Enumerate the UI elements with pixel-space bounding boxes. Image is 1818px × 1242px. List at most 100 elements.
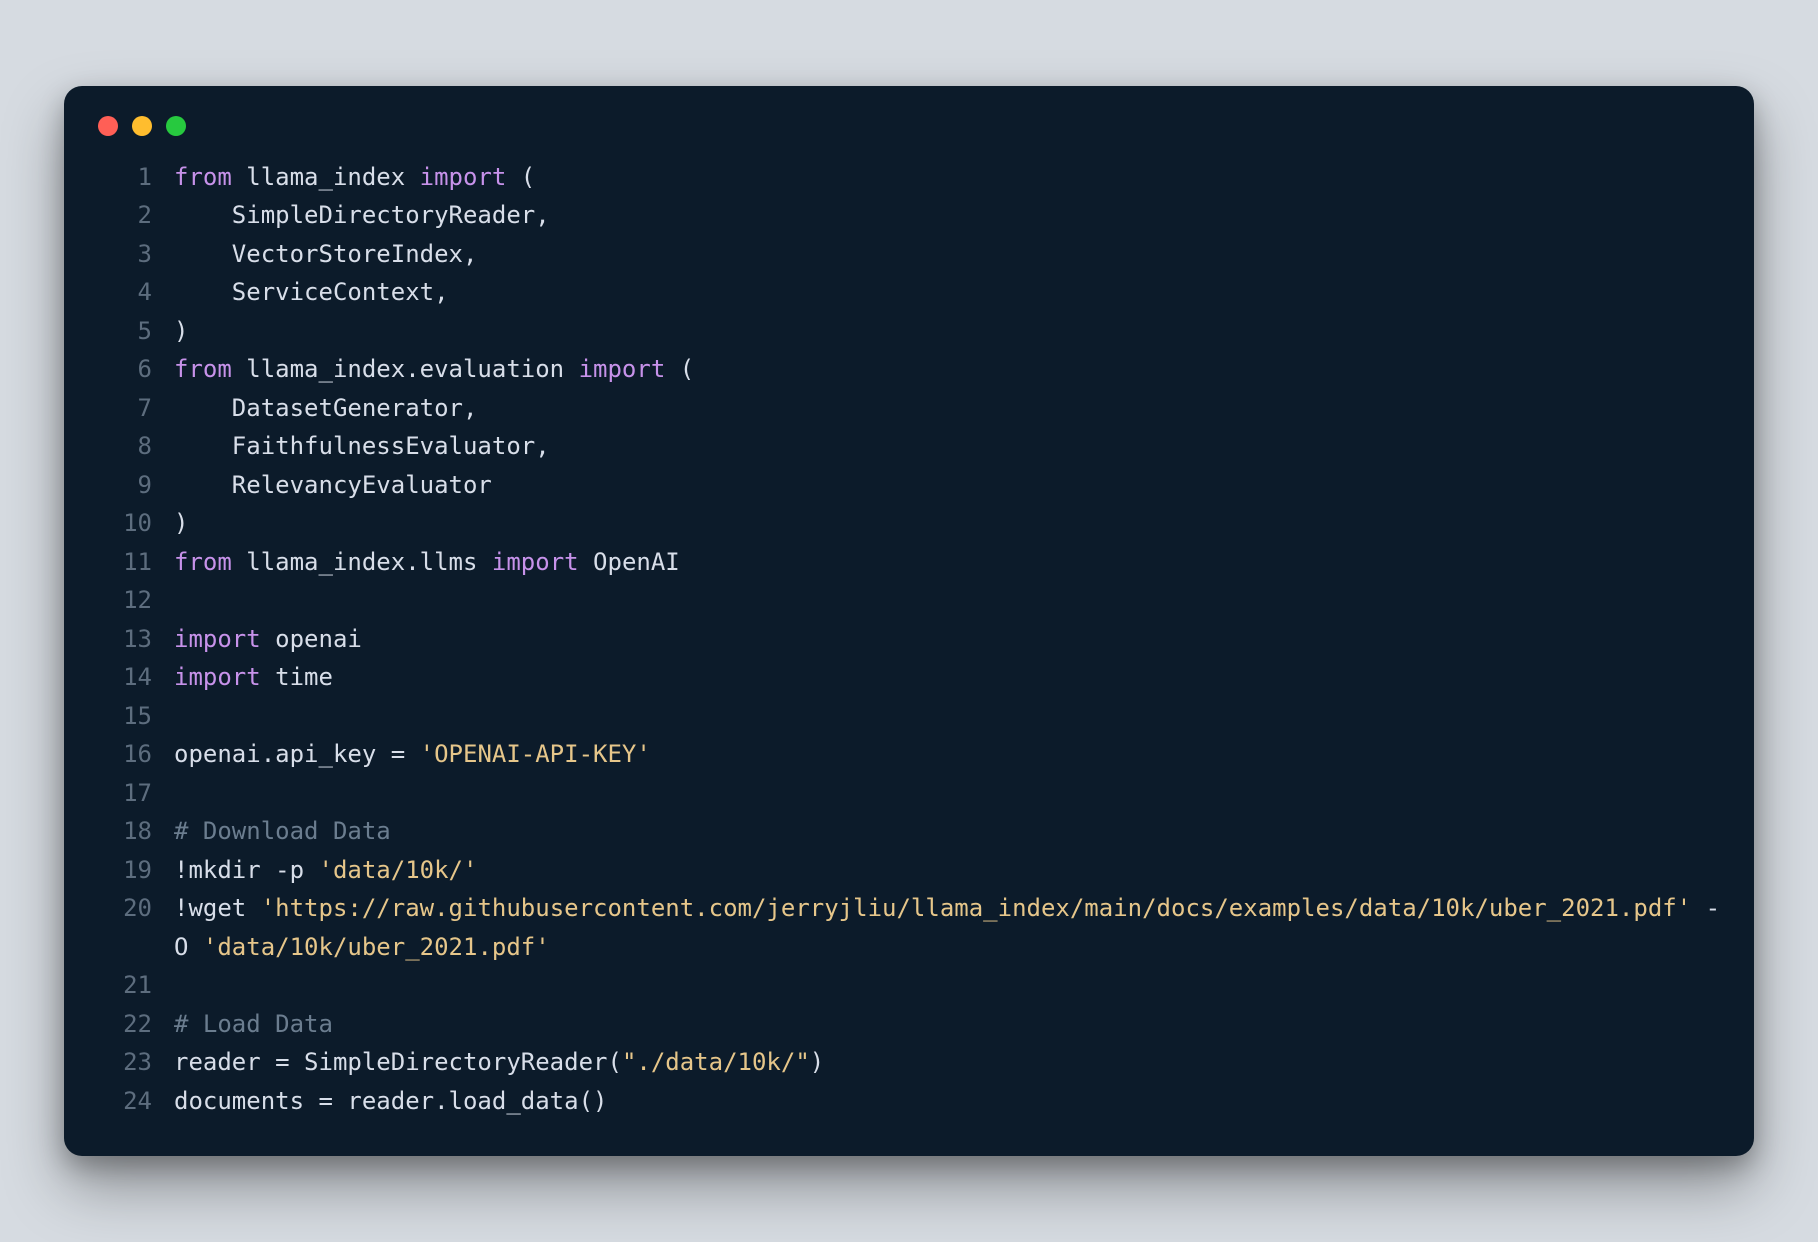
line-source: !wget 'https://raw.githubusercontent.com… (174, 889, 1724, 966)
token-str: 'data/10k/' (319, 856, 478, 884)
token-plain: !mkdir -p (174, 856, 319, 884)
token-plain: ) (810, 1048, 824, 1076)
line-source: from llama_index.evaluation import ( (174, 350, 1724, 389)
line-source: from llama_index import ( (174, 158, 1724, 197)
line-number: 1 (94, 158, 174, 197)
code-line: 11from llama_index.llms import OpenAI (94, 543, 1724, 582)
line-source: DatasetGenerator, (174, 389, 1724, 428)
line-number: 12 (94, 581, 174, 620)
token-str: 'data/10k/uber_2021.pdf' (203, 933, 550, 961)
line-number: 8 (94, 427, 174, 466)
token-kw: import (579, 355, 666, 383)
code-line: 12 (94, 581, 1724, 620)
token-plain: DatasetGenerator, (174, 394, 477, 422)
token-kw: import (174, 663, 261, 691)
line-number: 19 (94, 851, 174, 890)
token-kw: from (174, 163, 232, 191)
code-line: 16openai.api_key = 'OPENAI-API-KEY' (94, 735, 1724, 774)
token-plain: ) (174, 509, 188, 537)
token-str: 'https://raw.githubusercontent.com/jerry… (261, 894, 1691, 922)
token-plain: ) (174, 317, 188, 345)
line-source (174, 966, 1724, 1005)
line-number: 16 (94, 735, 174, 774)
code-line: 20!wget 'https://raw.githubusercontent.c… (94, 889, 1724, 966)
code-line: 9 RelevancyEvaluator (94, 466, 1724, 505)
code-line: 10) (94, 504, 1724, 543)
close-icon[interactable] (98, 116, 118, 136)
token-plain: llama_index.llms (232, 548, 492, 576)
token-comment: # Download Data (174, 817, 391, 845)
code-line: 22# Load Data (94, 1005, 1724, 1044)
line-number: 21 (94, 966, 174, 1005)
token-str: 'OPENAI-API-KEY' (420, 740, 651, 768)
line-source: ) (174, 504, 1724, 543)
line-source (174, 697, 1724, 736)
line-source: openai.api_key = 'OPENAI-API-KEY' (174, 735, 1724, 774)
code-window: 1from llama_index import (2 SimpleDirect… (64, 86, 1754, 1157)
code-line: 21 (94, 966, 1724, 1005)
code-editor: 1from llama_index import (2 SimpleDirect… (94, 158, 1724, 1121)
line-source (174, 774, 1724, 813)
token-plain: ServiceContext, (174, 278, 449, 306)
line-number: 18 (94, 812, 174, 851)
code-line: 24documents = reader.load_data() (94, 1082, 1724, 1121)
code-line: 17 (94, 774, 1724, 813)
line-number: 13 (94, 620, 174, 659)
code-line: 3 VectorStoreIndex, (94, 235, 1724, 274)
token-plain: reader = SimpleDirectoryReader( (174, 1048, 622, 1076)
line-number: 5 (94, 312, 174, 351)
line-number: 17 (94, 774, 174, 813)
line-source: ) (174, 312, 1724, 351)
line-source: documents = reader.load_data() (174, 1082, 1724, 1121)
token-plain: openai (261, 625, 362, 653)
code-line: 14import time (94, 658, 1724, 697)
zoom-icon[interactable] (166, 116, 186, 136)
line-source: reader = SimpleDirectoryReader("./data/1… (174, 1043, 1724, 1082)
code-line: 13import openai (94, 620, 1724, 659)
code-line: 23reader = SimpleDirectoryReader("./data… (94, 1043, 1724, 1082)
minimize-icon[interactable] (132, 116, 152, 136)
line-source: !mkdir -p 'data/10k/' (174, 851, 1724, 890)
code-line: 7 DatasetGenerator, (94, 389, 1724, 428)
line-source: FaithfulnessEvaluator, (174, 427, 1724, 466)
line-number: 7 (94, 389, 174, 428)
token-plain: VectorStoreIndex, (174, 240, 477, 268)
token-kw: import (492, 548, 579, 576)
line-source: VectorStoreIndex, (174, 235, 1724, 274)
code-line: 8 FaithfulnessEvaluator, (94, 427, 1724, 466)
line-number: 10 (94, 504, 174, 543)
line-source: RelevancyEvaluator (174, 466, 1724, 505)
line-source: # Download Data (174, 812, 1724, 851)
token-plain: openai.api_key = (174, 740, 420, 768)
line-number: 15 (94, 697, 174, 736)
token-plain: OpenAI (579, 548, 680, 576)
line-source: SimpleDirectoryReader, (174, 196, 1724, 235)
code-line: 4 ServiceContext, (94, 273, 1724, 312)
token-plain: SimpleDirectoryReader, (174, 201, 550, 229)
traffic-lights (94, 116, 1724, 136)
line-number: 2 (94, 196, 174, 235)
token-str: "./data/10k/" (622, 1048, 810, 1076)
code-line: 15 (94, 697, 1724, 736)
code-line: 18# Download Data (94, 812, 1724, 851)
token-plain: time (261, 663, 333, 691)
code-line: 1from llama_index import ( (94, 158, 1724, 197)
token-plain: llama_index (232, 163, 420, 191)
line-number: 14 (94, 658, 174, 697)
line-number: 24 (94, 1082, 174, 1121)
code-line: 6from llama_index.evaluation import ( (94, 350, 1724, 389)
code-line: 5) (94, 312, 1724, 351)
token-plain: FaithfulnessEvaluator, (174, 432, 550, 460)
line-number: 22 (94, 1005, 174, 1044)
token-kw: from (174, 548, 232, 576)
line-source: ServiceContext, (174, 273, 1724, 312)
code-line: 2 SimpleDirectoryReader, (94, 196, 1724, 235)
token-plain: RelevancyEvaluator (174, 471, 492, 499)
line-source: import time (174, 658, 1724, 697)
token-plain: !wget (174, 894, 261, 922)
code-line: 19!mkdir -p 'data/10k/' (94, 851, 1724, 890)
line-number: 23 (94, 1043, 174, 1082)
token-kw: import (420, 163, 507, 191)
token-plain: ( (665, 355, 694, 383)
token-plain: llama_index.evaluation (232, 355, 579, 383)
